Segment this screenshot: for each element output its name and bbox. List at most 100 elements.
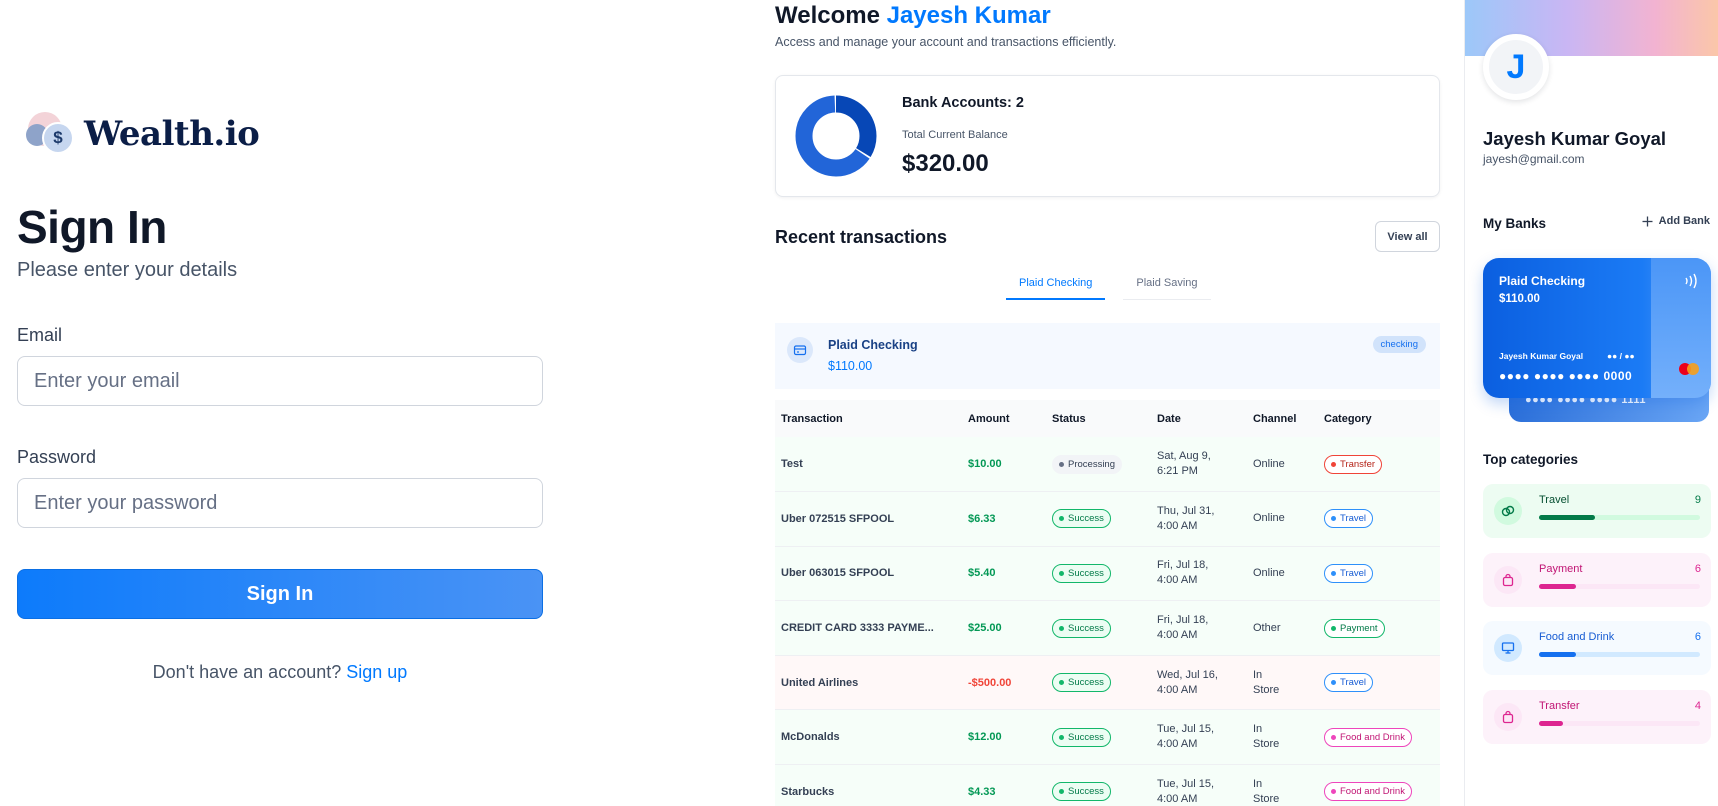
column-header: Date bbox=[1151, 400, 1247, 437]
email-field[interactable] bbox=[17, 356, 543, 406]
category-item-payment[interactable]: Payment 6 bbox=[1483, 552, 1711, 607]
transaction-channel: Online bbox=[1247, 546, 1318, 602]
transaction-name: United Airlines bbox=[775, 655, 962, 711]
transaction-date: Wed, Jul 16, 4:00 AM bbox=[1151, 655, 1247, 711]
bank-info-name: Plaid Checking bbox=[828, 338, 918, 352]
table-row[interactable]: Test $10.00 Processing Sat, Aug 9, 6:21 PM On… bbox=[775, 437, 1440, 493]
transaction-amount: $6.33 bbox=[962, 491, 1046, 547]
status-text: Success bbox=[1068, 677, 1104, 689]
category-item-food-and-drink[interactable]: Food and Drink 6 bbox=[1483, 621, 1711, 675]
contactless-icon bbox=[1685, 273, 1697, 289]
welcome-subtitle: Access and manage your account and trans… bbox=[775, 35, 1117, 49]
category-item-transfer[interactable]: Transfer 4 bbox=[1483, 689, 1711, 744]
transaction-name: Starbucks bbox=[775, 764, 962, 806]
table-row[interactable]: United Airlines -$500.00 Success Wed, Jul 1… bbox=[775, 655, 1440, 711]
password-field[interactable] bbox=[17, 478, 543, 528]
transactions-table: Transaction Amount Status Date Channel C… bbox=[775, 400, 1440, 806]
link-icon bbox=[1494, 497, 1522, 525]
status-cell: Success bbox=[1046, 709, 1151, 766]
table-row[interactable]: Starbucks $4.33 Success Tue, Jul 15, 4:00 AM… bbox=[775, 764, 1440, 806]
table-row[interactable]: Uber 063015 SFPOOL $5.40 Success Fri, Jul 1… bbox=[775, 546, 1440, 602]
status-dot-icon bbox=[1059, 734, 1064, 740]
status-dot-icon bbox=[1059, 680, 1064, 686]
my-banks-title: My Banks bbox=[1483, 216, 1547, 231]
column-header: Channel bbox=[1247, 400, 1318, 437]
status-badge: Processing bbox=[1052, 454, 1122, 474]
bank-card[interactable]: Plaid Checking $110.00 Jayesh Kumar Goya… bbox=[1483, 258, 1711, 398]
time-line: 4:00 AM bbox=[1157, 519, 1198, 532]
channel-line: Online bbox=[1253, 566, 1285, 579]
category-dot-icon bbox=[1331, 734, 1336, 740]
date-line: Wed, Jul 16, bbox=[1157, 668, 1218, 681]
top-categories-title: Top categories bbox=[1483, 452, 1579, 467]
transaction-name: Test bbox=[775, 437, 962, 493]
card-number: ●●●● ●●●● ●●●● 0000 bbox=[1499, 369, 1633, 383]
tab-plaid-checking[interactable]: Plaid Checking bbox=[1006, 269, 1106, 300]
card-holder-name: Jayesh Kumar Goyal bbox=[1499, 351, 1584, 361]
category-dot-icon bbox=[1331, 680, 1336, 686]
logo[interactable]: $ Wealth.io bbox=[26, 112, 260, 156]
view-all-button[interactable]: View all bbox=[1375, 221, 1440, 252]
category-badge: Food and Drink bbox=[1324, 782, 1412, 802]
bag-icon bbox=[1494, 702, 1522, 731]
channel-line: In bbox=[1253, 723, 1263, 736]
category-text: Transfer bbox=[1340, 458, 1376, 470]
category-cell: Payment bbox=[1318, 600, 1440, 656]
channel-line: In bbox=[1253, 777, 1263, 790]
category-badge: Travel bbox=[1324, 563, 1374, 583]
category-cell: Travel bbox=[1318, 655, 1440, 711]
welcome-user-name: Jayesh Kumar bbox=[886, 2, 1051, 29]
category-count: 9 bbox=[1694, 494, 1701, 506]
date-line: Fri, Jul 18, bbox=[1157, 614, 1209, 627]
category-badge: Food and Drink bbox=[1324, 727, 1412, 747]
time-line: 4:00 AM bbox=[1157, 792, 1198, 805]
logo-dollar-symbol: $ bbox=[42, 122, 74, 154]
table-row[interactable]: Uber 072515 SFPOOL $6.33 Success Thu, Jul 3… bbox=[775, 491, 1440, 547]
transaction-name: Uber 072515 SFPOOL bbox=[775, 491, 962, 547]
sign-in-button[interactable]: Sign In bbox=[17, 569, 543, 619]
category-text: Food and Drink bbox=[1340, 731, 1405, 743]
plus-icon bbox=[1642, 216, 1653, 226]
bank-tabs: Plaid Checking Plaid Saving bbox=[1006, 269, 1211, 300]
avatar[interactable]: J bbox=[1483, 34, 1549, 100]
status-cell: Success bbox=[1046, 764, 1151, 806]
transaction-channel: Other bbox=[1247, 600, 1318, 656]
category-count: 6 bbox=[1694, 631, 1701, 643]
table-row[interactable]: McDonalds $12.00 Success Tue, Jul 15, 4:00 A… bbox=[775, 709, 1440, 766]
date-line: Thu, Jul 31, bbox=[1157, 504, 1215, 517]
transaction-amount: $4.33 bbox=[962, 764, 1046, 806]
category-item-travel[interactable]: Travel 9 bbox=[1483, 484, 1711, 538]
channel-line-2: Store bbox=[1253, 792, 1280, 805]
transaction-date: Tue, Jul 15, 4:00 AM bbox=[1151, 764, 1247, 806]
add-bank-button[interactable]: Add Bank bbox=[1642, 215, 1710, 227]
channel-line: Other bbox=[1253, 621, 1281, 634]
category-cell: Travel bbox=[1318, 491, 1440, 547]
bank-info-strip[interactable]: Plaid Checking $110.00 checking bbox=[775, 323, 1440, 389]
welcome-prefix: Welcome bbox=[775, 2, 880, 29]
password-label: Password bbox=[17, 447, 97, 467]
category-dot-icon bbox=[1331, 461, 1336, 467]
column-header: Transaction bbox=[775, 400, 962, 437]
status-badge: Success bbox=[1052, 727, 1111, 747]
transaction-amount: $10.00 bbox=[962, 437, 1046, 493]
transaction-date: Fri, Jul 18, 4:00 AM bbox=[1151, 546, 1247, 602]
transaction-date: Fri, Jul 18, 4:00 AM bbox=[1151, 600, 1247, 656]
tab-plaid-saving[interactable]: Plaid Saving bbox=[1123, 269, 1211, 300]
category-dot-icon bbox=[1331, 570, 1336, 576]
category-cell: Food and Drink bbox=[1318, 764, 1440, 806]
right-sidebar: J Jayesh Kumar Goyal jayesh@gmail.com My… bbox=[1464, 0, 1718, 806]
sign-up-link[interactable]: Sign up bbox=[346, 662, 407, 682]
profile-name: Jayesh Kumar Goyal bbox=[1483, 128, 1667, 149]
status-text: Success bbox=[1068, 513, 1104, 525]
status-cell: Processing bbox=[1046, 437, 1151, 493]
status-badge: Success bbox=[1052, 509, 1111, 529]
table-row[interactable]: CREDIT CARD 3333 PAYME... $25.00 Success Fr… bbox=[775, 600, 1440, 656]
transaction-date: Tue, Jul 15, 4:00 AM bbox=[1151, 709, 1247, 766]
category-text: Payment bbox=[1340, 622, 1378, 634]
status-badge: Success bbox=[1052, 563, 1111, 583]
monitor-icon bbox=[1494, 634, 1522, 662]
signin-subtitle: Please enter your details bbox=[17, 259, 238, 281]
email-label: Email bbox=[17, 325, 63, 345]
transaction-amount: $12.00 bbox=[962, 709, 1046, 766]
time-line: 4:00 AM bbox=[1157, 738, 1198, 751]
